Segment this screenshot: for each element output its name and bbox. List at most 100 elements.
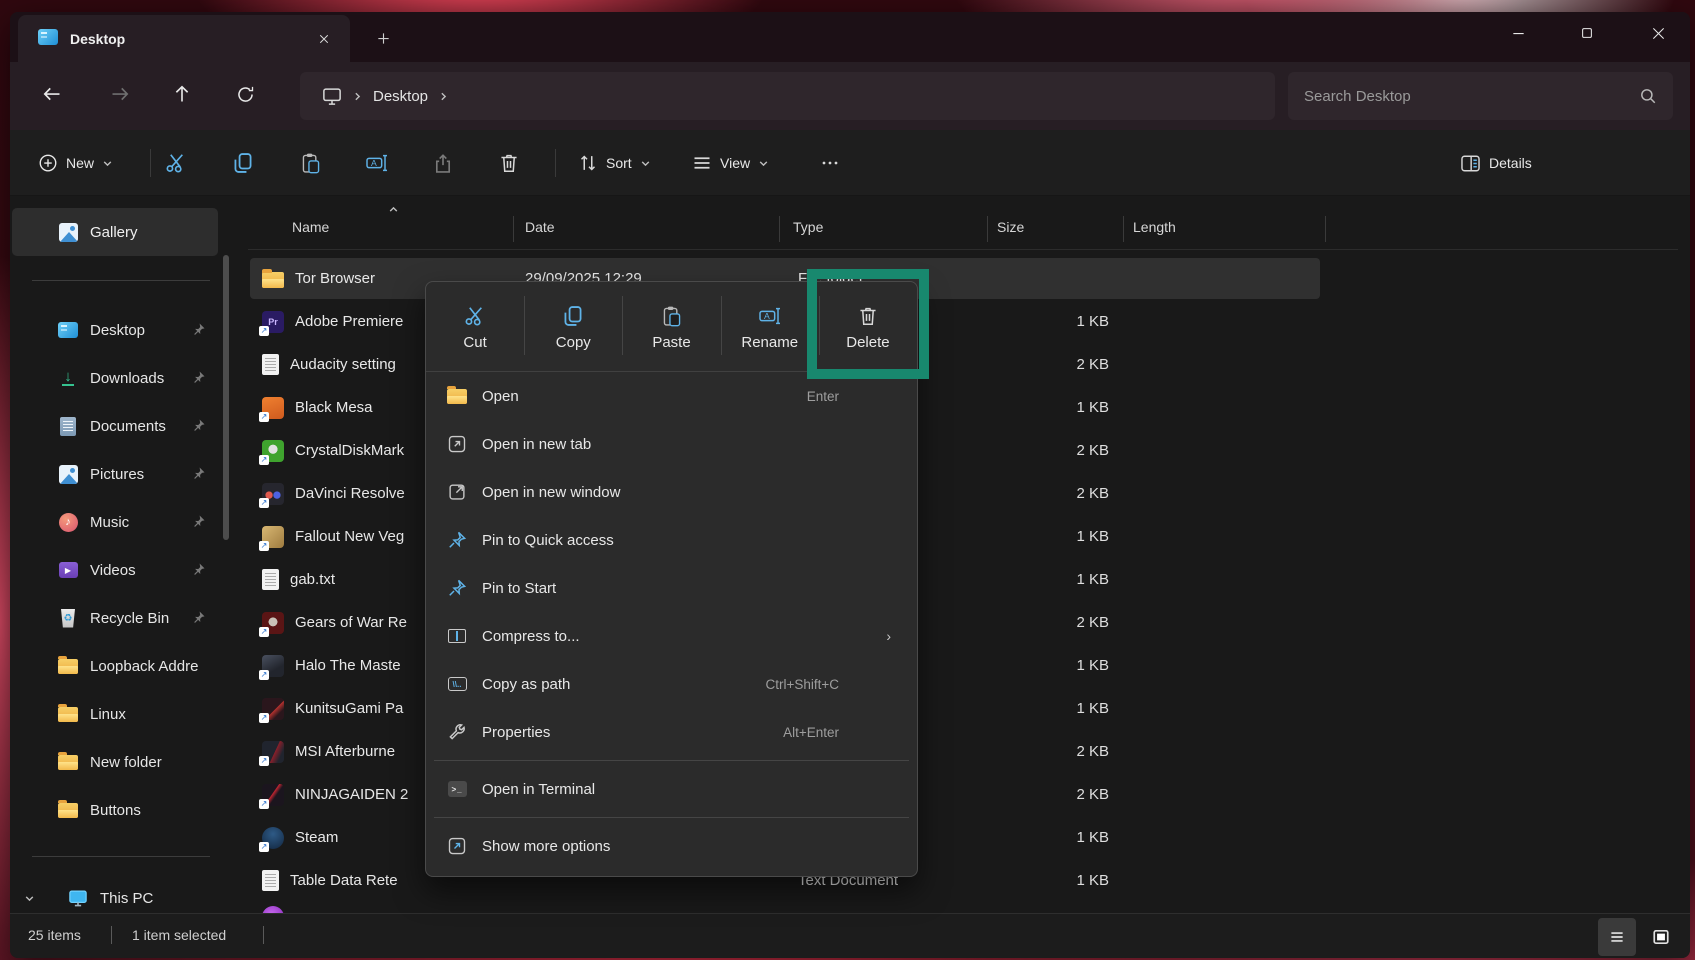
context-menu-item[interactable]: Open Enter: [426, 372, 917, 420]
search-box[interactable]: [1288, 72, 1673, 120]
menu-item-icon: [446, 530, 468, 550]
tab-desktop[interactable]: Desktop: [18, 15, 350, 62]
file-size: 2 KB: [987, 429, 1109, 472]
sidebar-item[interactable]: Desktop: [12, 306, 222, 354]
file-size: 1 KB: [987, 515, 1109, 558]
view-button[interactable]: View: [682, 143, 779, 183]
context-menu-item[interactable]: Properties Alt+Enter: [426, 708, 917, 756]
maximize-button[interactable]: [1564, 12, 1610, 54]
sidebar-item[interactable]: Linux: [12, 690, 222, 738]
details-label: Details: [1489, 155, 1532, 171]
sidebar-item-label: Buttons: [90, 802, 141, 819]
file-name: Gears of War Re: [295, 614, 407, 631]
sidebar-scrollbar[interactable]: [223, 255, 229, 540]
refresh-button[interactable]: [225, 74, 265, 114]
column-header-size[interactable]: Size: [997, 219, 1024, 235]
quick-action-label: Paste: [652, 334, 690, 351]
delete-highlight-annotation: [807, 269, 929, 379]
context-menu-item[interactable]: Pin to Start: [426, 564, 917, 612]
chevron-down-icon[interactable]: [24, 893, 35, 904]
toolbar: New A Sort View De: [10, 130, 1690, 196]
pin-icon: [191, 418, 206, 433]
sidebar-item-label: Loopback Addre: [90, 658, 198, 675]
quick-action-button[interactable]: Paste: [622, 284, 720, 371]
up-button[interactable]: [162, 74, 202, 114]
close-button[interactable]: [1635, 12, 1681, 54]
sidebar-item[interactable]: ↓ Downloads: [12, 354, 222, 402]
file-icon: [262, 870, 279, 891]
copy-button[interactable]: [222, 143, 264, 183]
context-menu-item[interactable]: Compress to... ›: [426, 612, 917, 660]
forward-button[interactable]: [100, 74, 140, 114]
view-lines-icon: [692, 153, 712, 173]
more-options-button[interactable]: [810, 143, 850, 183]
paste-button[interactable]: [290, 143, 332, 183]
file-icon: ↗: [262, 698, 284, 720]
context-menu-item[interactable]: Open in new tab: [426, 420, 917, 468]
sidebar-item-gallery[interactable]: Gallery: [12, 208, 218, 256]
sidebar-item-label: Documents: [90, 418, 166, 435]
sidebar-item[interactable]: ♪ Music: [12, 498, 222, 546]
sidebar-item-icon: [57, 659, 79, 674]
search-input[interactable]: [1304, 88, 1604, 105]
sidebar-item[interactable]: Buttons: [12, 786, 222, 834]
tab-label: Desktop: [70, 31, 125, 47]
sidebar-item-icon: [57, 803, 79, 818]
this-pc-icon: [322, 86, 342, 106]
delete-button[interactable]: [488, 143, 530, 183]
quick-action-button[interactable]: Cut: [426, 284, 524, 371]
new-tab-button[interactable]: [370, 25, 396, 51]
column-header-length[interactable]: Length: [1133, 219, 1176, 235]
tab-close-icon[interactable]: [312, 27, 336, 51]
share-button[interactable]: [422, 143, 464, 183]
breadcrumb[interactable]: Desktop: [300, 72, 1275, 120]
pin-icon: [191, 514, 206, 529]
file-name: Fallout New Veg: [295, 528, 404, 545]
view-label: View: [720, 155, 750, 171]
context-menu-item[interactable]: Open in new window: [426, 468, 917, 516]
quick-action-button[interactable]: A Rename: [721, 284, 819, 371]
menu-item-label: Open: [482, 388, 519, 405]
status-bar: 25 items 1 item selected: [10, 913, 1690, 958]
pin-icon: [191, 562, 206, 577]
context-menu-item[interactable]: \\.. Copy as path Ctrl+Shift+C: [426, 660, 917, 708]
sidebar-pinned-list: Desktop ↓ Downloads Documents: [12, 306, 222, 834]
file-icon: [262, 354, 279, 375]
context-menu-item[interactable]: Show more options: [426, 822, 917, 870]
rename-button[interactable]: A: [355, 143, 399, 183]
quick-action-icon: [562, 305, 584, 327]
column-header-name[interactable]: Name: [292, 219, 329, 235]
details-view-button[interactable]: [1598, 918, 1636, 956]
column-header-date[interactable]: Date: [525, 219, 555, 235]
menu-item-shortcut: Ctrl+Shift+C: [765, 677, 839, 692]
thumbnail-view-button[interactable]: [1642, 918, 1680, 956]
breadcrumb-location[interactable]: Desktop: [373, 88, 428, 105]
sidebar-item[interactable]: ▶ Videos: [12, 546, 222, 594]
table-row[interactable]: [248, 902, 1690, 913]
minimize-button[interactable]: [1495, 12, 1541, 54]
sidebar-item-this-pc[interactable]: This PC: [12, 876, 222, 913]
menu-item-label: Properties: [482, 724, 550, 741]
file-icon: [262, 906, 284, 914]
file-size: 1 KB: [987, 558, 1109, 601]
new-button[interactable]: New: [28, 143, 123, 183]
quick-action-button[interactable]: Copy: [524, 284, 622, 371]
sidebar-item[interactable]: New folder: [12, 738, 222, 786]
items-count: 25 items: [28, 927, 81, 943]
sort-label: Sort: [606, 155, 632, 171]
file-size: 1 KB: [987, 859, 1109, 902]
cut-button[interactable]: [155, 143, 197, 183]
sort-button[interactable]: Sort: [568, 143, 661, 183]
details-pane-button[interactable]: Details: [1450, 143, 1542, 183]
sidebar-item[interactable]: Loopback Addre: [12, 642, 222, 690]
chevron-right-icon[interactable]: [438, 91, 449, 102]
sidebar-item[interactable]: ♻ Recycle Bin: [12, 594, 222, 642]
back-button[interactable]: [32, 74, 72, 114]
sidebar-item[interactable]: Documents: [12, 402, 222, 450]
shortcut-arrow-icon: ↗: [259, 498, 269, 508]
sidebar-item[interactable]: Pictures: [12, 450, 222, 498]
sort-icon: [578, 153, 598, 173]
column-header-type[interactable]: Type: [793, 219, 823, 235]
context-menu-item[interactable]: >_ Open in Terminal: [426, 765, 917, 813]
context-menu-item[interactable]: Pin to Quick access: [426, 516, 917, 564]
